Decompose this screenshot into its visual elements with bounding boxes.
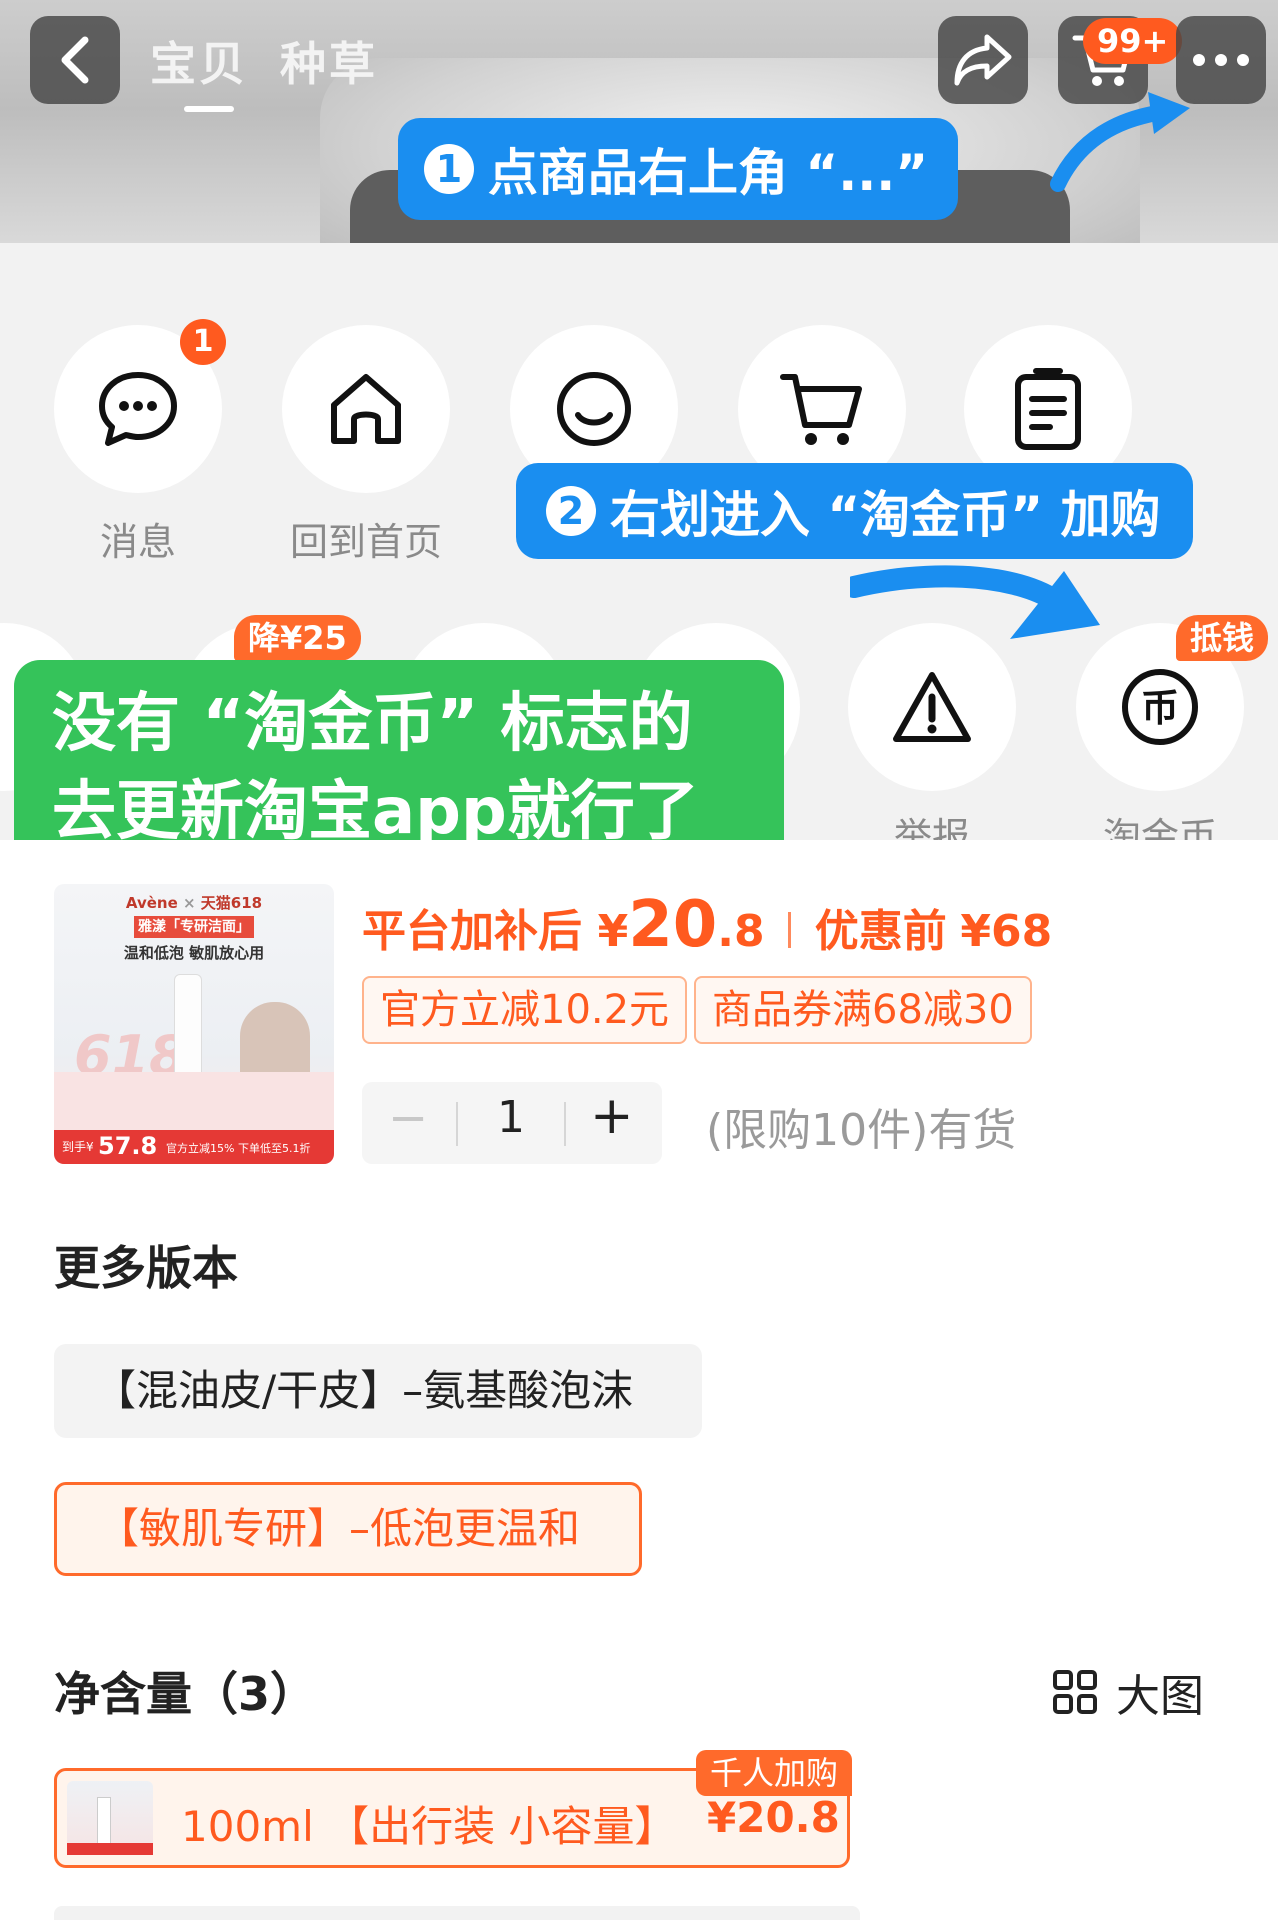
price-integer: 20 <box>628 888 718 962</box>
thumb-price: 57.8 <box>98 1132 158 1160</box>
coin-icon: 币 <box>1122 669 1198 745</box>
quantity-stepper: − 1 + <box>362 1082 662 1164</box>
report-label: 举报 <box>893 815 970 840</box>
tip-step-1: 1 点商品右上角 “...” <box>398 118 959 220</box>
coupon-official-discount[interactable]: 官方立减10.2元 <box>362 976 688 1044</box>
thumb-event: 天猫618 <box>200 894 263 912</box>
original-price-label: 优惠前 <box>814 906 947 957</box>
size-option-price: ¥20.8 <box>707 1793 840 1842</box>
message-count-badge: 1 <box>180 319 226 365</box>
thumb-price-prefix: 到手¥ <box>62 1140 94 1154</box>
price-divider <box>788 912 792 948</box>
step-number-2: 2 <box>546 486 596 536</box>
home-icon <box>331 374 401 444</box>
home-shortcut[interactable] <box>282 325 450 493</box>
message-label: 消息 <box>99 520 176 564</box>
original-price: ¥68 <box>960 906 1053 957</box>
net-content-title: 净含量（3） <box>54 1667 317 1721</box>
thumb-subtitle: 温和低泡 敏肌放心用 <box>123 944 265 962</box>
discount-tag: 抵钱 <box>1176 615 1269 661</box>
thumb-title: 雅漾「专研洁面」 <box>134 916 254 938</box>
more-dots-icon <box>1193 54 1249 66</box>
thumb-footer: 官方立减15% 下单低至5.1折 <box>166 1142 311 1155</box>
share-panel: 1 消息 回到首页 2 右划进入 “淘金币” 加购 降¥25 举报 币 抵钱 淘… <box>0 243 1278 840</box>
note-line-1: 没有 “淘金币” 标志的 <box>52 687 693 761</box>
taojinbi-label: 淘金币 <box>1102 815 1217 840</box>
thumb-brand: Avène <box>125 894 178 912</box>
size-option-thumbnail <box>67 1781 153 1855</box>
stock-status: (限购10件)有货 <box>706 1105 1017 1156</box>
cart-icon <box>780 374 862 445</box>
note-line-2: 去更新淘宝app就行了 <box>52 775 699 840</box>
grid-view-icon <box>1053 1670 1097 1714</box>
tip-step-2: 2 右划进入 “淘金币” 加购 <box>516 463 1193 559</box>
tip-step-1-text: 点商品右上角 “...” <box>488 144 929 202</box>
qty-plus-button[interactable]: + <box>590 1086 634 1146</box>
header-tabs: 宝贝 种草 <box>150 28 378 112</box>
popular-tag: 千人加购 <box>696 1750 853 1796</box>
price-drop-tag: 降¥25 <box>234 615 361 661</box>
price-currency: ¥ <box>597 906 629 957</box>
variant-option-1[interactable]: 【混油皮/干皮】–氨基酸泡沫 <box>54 1344 702 1438</box>
curved-arrow-up-icon <box>1050 92 1190 192</box>
qty-value[interactable]: 1 <box>458 1092 564 1143</box>
variant-option-2-selected[interactable]: 【敏肌专研】–低泡更温和 <box>54 1482 642 1576</box>
curved-arrow-right-icon <box>850 565 1100 639</box>
cart-count-badge: 99+ <box>1083 18 1183 64</box>
versions-title: 更多版本 <box>54 1241 238 1295</box>
back-button[interactable] <box>30 16 120 104</box>
tip-step-2-text: 右划进入 “淘金币” 加购 <box>610 486 1161 544</box>
svg-text:币: 币 <box>1141 686 1179 730</box>
tab-zhongcao[interactable]: 种草 <box>280 28 378 94</box>
big-image-toggle[interactable]: 大图 <box>1052 1660 1204 1724</box>
share-button[interactable] <box>938 16 1028 104</box>
step-number-1: 1 <box>424 144 474 194</box>
smile-icon <box>557 372 631 446</box>
coupon-store[interactable]: 商品券满68减30 <box>694 976 1032 1044</box>
product-thumbnail[interactable]: Avène × 天猫618 雅漾「专研洁面」 温和低泡 敏肌放心用 618 到手… <box>54 884 334 1164</box>
chat-bubble-icon <box>99 372 177 446</box>
thumb-price-bar: 到手¥ 57.8 官方立减15% 下单低至5.1折 <box>54 1130 334 1164</box>
price-decimal: .8 <box>717 906 765 957</box>
size-option-label: 100ml 【出行装 小容量】 <box>181 1802 677 1851</box>
big-image-label: 大图 <box>1116 1671 1204 1722</box>
clipboard-icon <box>1015 368 1081 450</box>
tab-baobei[interactable]: 宝贝 <box>150 28 248 112</box>
price-label: 平台加补后 <box>362 906 582 957</box>
chevron-left-icon <box>61 36 89 84</box>
update-app-note: 没有 “淘金币” 标志的 去更新淘宝app就行了 <box>14 660 784 840</box>
home-label: 回到首页 <box>289 520 442 564</box>
share-arrow-icon <box>954 34 1012 86</box>
price-line: 平台加补后 ¥20.8 优惠前 ¥68 <box>362 888 1052 962</box>
qty-minus-button[interactable]: − <box>388 1090 428 1146</box>
